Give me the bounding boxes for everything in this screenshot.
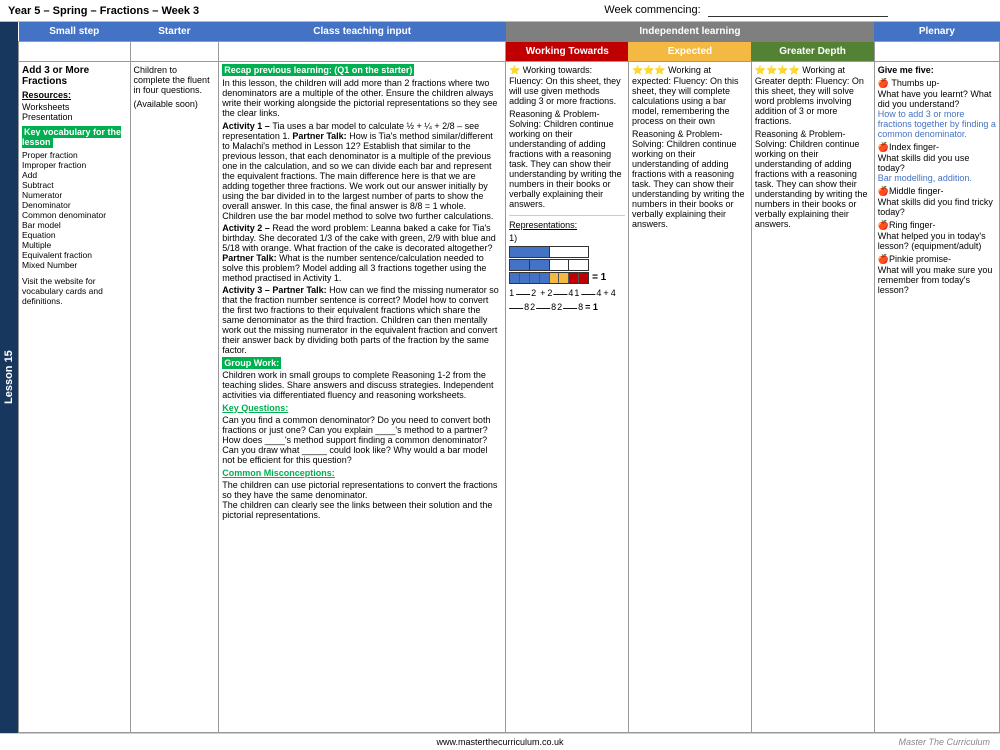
ring-label: 🍎Ring finger- (878, 220, 936, 230)
resources-label: Resources: (22, 90, 71, 100)
col-header-working-towards: Working Towards (506, 42, 629, 62)
exp-text2: Reasoning & Problem-Solving: Children co… (632, 129, 748, 229)
thumbs-text: What have you learnt? What did you under… (878, 89, 992, 109)
resource-worksheets: Worksheets (22, 102, 127, 112)
footer: www.masterthecurriculum.co.uk Master The… (0, 733, 1000, 750)
col-header-teaching: Class teaching input (219, 22, 506, 42)
key-questions-label: Key Questions: (222, 403, 288, 413)
vocab-list: Proper fraction Improper fraction Add Su… (22, 150, 127, 270)
rep-item1: 1) (509, 233, 625, 243)
pinkie-text: What will you make sure you remember fro… (878, 265, 993, 295)
misconceptions-text: The children can use pictorial represent… (222, 480, 502, 520)
expected-cell: ⭐⭐⭐ Working at expected: Fluency: On thi… (628, 61, 751, 733)
gd-stars: ⭐⭐⭐⭐ (755, 65, 802, 75)
top-header: Year 5 – Spring – Fractions – Week 3 Wee… (0, 0, 1000, 22)
group-work-text: Children work in small groups to complet… (222, 370, 502, 400)
recap-label: Recap previous learning: (Q1 on the star… (222, 64, 414, 76)
wt-star: ⭐ (509, 65, 523, 75)
activity3-label: Activity 3 – (222, 285, 272, 295)
thumbs-highlight: How to add 3 or more fractions together … (878, 109, 996, 139)
resource-presentation: Presentation (22, 112, 127, 122)
small-step-cell: Add 3 or More Fractions Resources: Works… (19, 61, 131, 733)
greater-depth-cell: ⭐⭐⭐⭐ Working at Greater depth: Fluency: … (751, 61, 874, 733)
lesson-label: Lesson 15 (0, 22, 18, 733)
starter-available: (Available soon) (134, 99, 216, 109)
pinkie-label: 🍎Pinkie promise- (878, 254, 951, 264)
plenary-intro: Give me five: (878, 65, 996, 75)
activity1-text: Tia uses a bar model to calculate ½ + ¼ … (222, 121, 493, 221)
index-label: 🍎Index finger- (878, 142, 939, 152)
col-header-expected: Expected (628, 42, 751, 62)
ring-text: What helped you in today's lesson? (equi… (878, 231, 986, 251)
misconceptions-label: Common Misconceptions: (222, 468, 335, 478)
small-step-title: Add 3 or More Fractions (22, 65, 127, 87)
wt-text1: Working towards: Fluency: On this sheet,… (509, 65, 621, 106)
week-commencing-label: Week commencing: (500, 4, 992, 17)
activity1-label: Activity 1 – (222, 121, 272, 131)
activity3-text: Partner Talk: How can we find the missin… (222, 285, 498, 355)
thumbs-label: 🍎 Thumbs up- (878, 78, 940, 88)
recap-text: In this lesson, the children will add mo… (222, 78, 502, 118)
activity2-label: Activity 2 – (222, 223, 272, 233)
col-header-independent: Independent learning (506, 22, 875, 42)
group-work-label: Group Work: (222, 357, 281, 369)
gd-text2: Reasoning & Problem-Solving: Children co… (755, 129, 871, 229)
key-vocab-label: Key vocabulary for the lesson (22, 126, 121, 148)
index-text: What skills did you use today? (878, 153, 970, 173)
wt-text2: Reasoning & Problem-Solving: Children co… (509, 109, 625, 209)
col-header-starter: Starter (130, 22, 219, 42)
col-header-plenary: Plenary (874, 22, 999, 42)
teaching-cell: Recap previous learning: (Q1 on the star… (219, 61, 506, 733)
col-header-greater-depth: Greater Depth (751, 42, 874, 62)
footer-watermark: Master The Curriculum (898, 737, 990, 747)
working-towards-cell: ⭐ Working towards: Fluency: On this shee… (506, 61, 629, 733)
middle-text: What skills did you find tricky today? (878, 197, 993, 217)
exp-stars: ⭐⭐⭐ (632, 65, 668, 75)
col-header-small-step: Small step (19, 22, 131, 42)
middle-label: 🍎Middle finger- (878, 186, 944, 196)
key-questions-text: Can you find a common denominator? Do yo… (222, 415, 502, 465)
starter-text: Children to complete the fluent in four … (134, 65, 216, 95)
plenary-cell: Give me five: 🍎 Thumbs up- What have you… (874, 61, 999, 733)
footer-website: www.masterthecurriculum.co.uk (10, 737, 990, 747)
visit-text: Visit the website for vocabulary cards a… (22, 276, 127, 306)
index-highlight: Bar modelling, addition. (878, 173, 972, 183)
starter-cell: Children to complete the fluent in four … (130, 61, 219, 733)
rep-label: Representations: (509, 220, 625, 230)
page-title: Year 5 – Spring – Fractions – Week 3 (8, 5, 500, 17)
